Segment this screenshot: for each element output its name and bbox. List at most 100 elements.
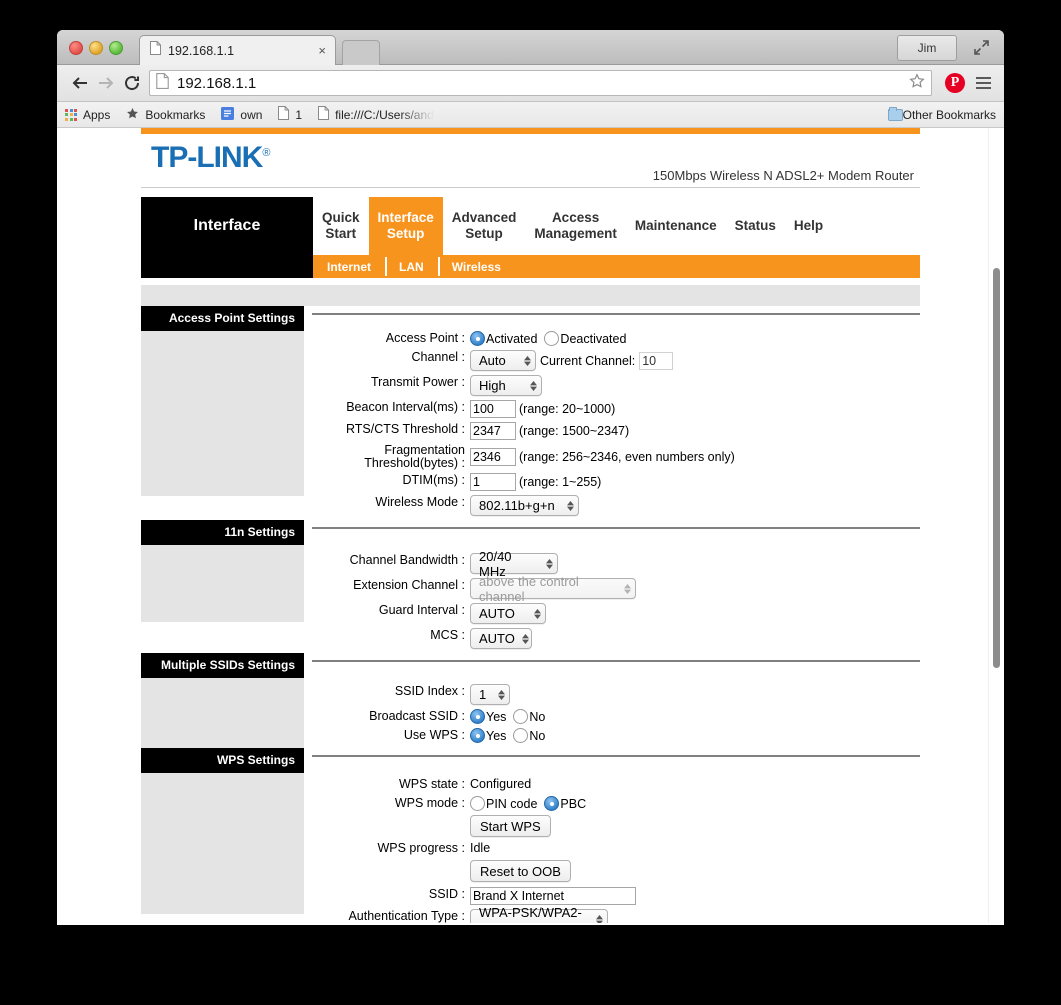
tab-status[interactable]: Status <box>726 197 785 255</box>
field-label: Wireless Mode : <box>375 495 465 509</box>
page-icon <box>150 41 161 60</box>
radio-wps-mode-pbc[interactable] <box>544 796 560 811</box>
radio-label-yes: Yes <box>486 709 507 724</box>
select-ssid-index[interactable]: 1 <box>470 684 510 705</box>
window-zoom-button[interactable] <box>109 41 123 55</box>
select-wireless-mode[interactable]: 802.11b+g+n <box>470 495 579 516</box>
page-viewport: TP-LINK® 150Mbps Wireless N ADSL2+ Modem… <box>57 128 1004 923</box>
field-transmit-power: Transmit Power : High <box>310 375 920 396</box>
tab-interface-setup[interactable]: Interface Setup <box>368 197 443 255</box>
subtab-lan[interactable]: LAN <box>385 255 438 278</box>
browser-menu-button[interactable] <box>972 77 994 89</box>
reload-button[interactable] <box>119 70 145 96</box>
radio-access-point-deactivated[interactable] <box>544 331 560 346</box>
radio-use-wps-yes[interactable] <box>470 728 485 743</box>
browser-tab[interactable]: 192.168.1.1 × <box>139 35 336 65</box>
radio-wps-mode-pin[interactable] <box>470 796 485 811</box>
doc-blue-icon <box>221 106 235 123</box>
tab-advanced-setup[interactable]: Advanced Setup <box>443 197 526 255</box>
bookmark-label: own <box>240 107 263 122</box>
radio-access-point-activated[interactable] <box>470 331 485 346</box>
input-fragmentation-threshold[interactable] <box>470 448 516 466</box>
radio-broadcast-ssid-no[interactable] <box>513 709 529 724</box>
bookmark-label: 1 <box>295 107 303 122</box>
start-wps-button[interactable]: Start WPS <box>470 815 551 837</box>
fullscreen-icon[interactable] <box>973 39 990 56</box>
label-current-channel: Current Channel: <box>540 353 636 368</box>
select-value: WPA-PSK/WPA2-PSK <box>479 904 582 924</box>
field-authentication-type: Authentication Type : WPA-PSK/WPA2-PSK <box>310 905 920 923</box>
section-title-11n: 11n Settings <box>141 520 304 545</box>
field-label: WPS progress : <box>377 841 465 855</box>
star-icon[interactable] <box>909 72 925 94</box>
value-wps-progress: Idle <box>470 841 491 855</box>
pinterest-extension-icon[interactable]: P <box>945 73 965 93</box>
input-beacon-interval[interactable] <box>470 400 516 418</box>
select-extension-channel[interactable]: above the control channel <box>470 574 636 604</box>
reset-to-oob-button[interactable]: Reset to OOB <box>470 860 571 882</box>
field-label: Guard Interval : <box>378 603 465 617</box>
section-rule <box>310 520 920 536</box>
field-wps-mode: WPS mode : PIN code PBC <box>310 796 920 811</box>
bookmark-1[interactable]: 1 <box>278 106 302 123</box>
window-close-button[interactable] <box>69 41 83 55</box>
field-access-point: Access Point : Activated Deactivated <box>310 331 920 346</box>
select-transmit-power[interactable]: High <box>470 375 542 396</box>
nav-title: Interface <box>141 197 313 255</box>
close-icon[interactable]: × <box>318 44 326 57</box>
subtab-internet[interactable]: Internet <box>313 255 385 278</box>
section-access-point: Access Point Settings Access Point : Act… <box>141 306 920 520</box>
section-label-column: Multiple SSIDs Settings <box>141 653 304 748</box>
input-rts-cts-threshold[interactable] <box>470 422 516 440</box>
bookmark-apps[interactable]: Apps <box>65 108 110 122</box>
stepper-arrows-icon <box>596 914 603 923</box>
select-value: above the control channel <box>479 573 579 604</box>
tab-help[interactable]: Help <box>785 197 832 255</box>
radio-label-yes: Yes <box>486 728 507 743</box>
bookmark-label: Apps <box>83 107 111 122</box>
sub-nav-spacer <box>141 255 313 278</box>
window-minimize-button[interactable] <box>89 41 103 55</box>
field-ssid-index: SSID Index : 1 <box>310 684 920 705</box>
tab-access-management[interactable]: Access Management <box>525 197 626 255</box>
grey-separator-band <box>141 285 920 306</box>
radio-broadcast-ssid-yes[interactable] <box>470 709 485 724</box>
field-use-wps: Use WPS : Yes No <box>310 728 920 743</box>
bookmark-bookmarks[interactable]: Bookmarks <box>126 107 205 123</box>
tab-quick-start[interactable]: Quick Start <box>313 197 369 255</box>
input-ssid[interactable] <box>470 887 636 905</box>
new-tab-button[interactable] <box>342 40 380 65</box>
address-bar[interactable]: 192.168.1.1 <box>149 70 932 96</box>
select-channel-bandwidth[interactable]: 20/40 MHz <box>470 549 558 579</box>
input-dtim[interactable] <box>470 473 516 491</box>
field-label: WPS mode : <box>394 796 465 810</box>
section-left-fill <box>141 545 304 622</box>
back-button[interactable] <box>67 70 93 96</box>
forward-button[interactable] <box>93 70 119 96</box>
select-guard-interval[interactable]: AUTO <box>470 603 546 624</box>
field-label: Use WPS : <box>403 728 465 742</box>
select-channel[interactable]: Auto <box>470 350 536 371</box>
subtab-wireless[interactable]: Wireless <box>437 255 515 278</box>
select-mcs[interactable]: AUTO <box>470 628 532 649</box>
profile-button[interactable]: Jim <box>897 35 957 61</box>
page-scrollbar-thumb[interactable] <box>993 268 1000 668</box>
field-channel-bandwidth: Channel Bandwidth : 20/40 MHz <box>310 549 920 579</box>
stepper-arrows-icon <box>546 558 553 569</box>
bookmark-file-path[interactable]: file:///C:/Users/and <box>318 106 434 123</box>
field-label: WPS state : <box>399 777 465 791</box>
page-scrollbar[interactable] <box>988 128 1004 923</box>
bookmark-label: Bookmarks <box>145 107 206 122</box>
field-broadcast-ssid: Broadcast SSID : Yes No <box>310 709 920 724</box>
select-authentication-type[interactable]: WPA-PSK/WPA2-PSK <box>470 905 608 923</box>
tab-maintenance[interactable]: Maintenance <box>626 197 726 255</box>
stepper-arrows-icon <box>530 380 537 391</box>
model-name: 150Mbps Wireless N ADSL2+ Modem Router <box>652 168 914 183</box>
radio-use-wps-no[interactable] <box>513 728 529 743</box>
select-value: AUTO <box>479 606 515 621</box>
tplink-logo-text: TP-LINK <box>151 141 263 174</box>
field-hint: (range: 1~255) <box>519 475 602 489</box>
other-bookmarks-button[interactable]: Other Bookmarks <box>887 106 996 122</box>
bookmark-own[interactable]: own <box>221 106 263 123</box>
field-label: Broadcast SSID : <box>369 709 465 723</box>
